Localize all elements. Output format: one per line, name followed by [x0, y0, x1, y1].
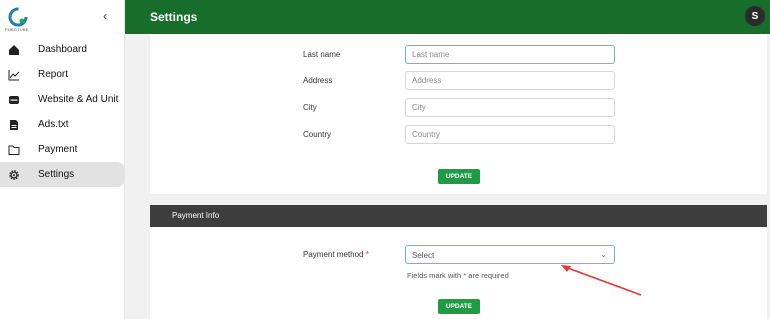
- address-input[interactable]: [405, 71, 615, 90]
- sidebar-item-settings[interactable]: Settings: [0, 162, 125, 187]
- required-fields-note: Fields mark with * are required: [407, 271, 509, 280]
- collapse-sidebar-icon[interactable]: ‹: [103, 9, 107, 23]
- payment-method-label: Payment method *: [303, 250, 369, 259]
- note-prefix: Fields mark with: [407, 271, 462, 280]
- gear-icon: [9, 170, 19, 180]
- sidebar-item-label: Settings: [38, 169, 75, 180]
- sidebar-item-website-ad-unit[interactable]: Website & Ad Unit: [0, 87, 125, 112]
- city-input[interactable]: [405, 98, 615, 117]
- sidebar-item-label: Report: [38, 69, 69, 80]
- page-title: Settings: [150, 10, 198, 24]
- profile-card: Last name Address City Country UPDATE: [150, 34, 767, 194]
- chevron-down-icon: ⌄: [600, 250, 607, 259]
- annotation-arrow-icon: [561, 265, 642, 296]
- sidebar-nav: Dashboard Report Website & Ad Unit Ads.t…: [0, 37, 125, 187]
- update-payment-button[interactable]: UPDATE: [438, 299, 480, 314]
- sidebar-item-label: Ads.txt: [38, 119, 69, 130]
- file-icon: [10, 120, 18, 130]
- country-input[interactable]: [405, 125, 615, 144]
- logo-text: PUBGTUBE: [5, 27, 29, 32]
- sidebar-item-report[interactable]: Report: [0, 62, 125, 87]
- sidebar-item-dashboard[interactable]: Dashboard: [0, 37, 125, 62]
- home-icon: [9, 45, 19, 55]
- folder-icon: [8, 145, 20, 155]
- payment-info-title: Payment Info: [172, 211, 220, 220]
- logo-icon: [8, 7, 28, 27]
- payment-method-select-value: Select: [412, 251, 435, 260]
- monitor-icon: [9, 96, 19, 104]
- avatar[interactable]: S: [745, 6, 765, 26]
- line-chart-icon: [8, 70, 20, 81]
- payment-info-card: Payment Info Payment method * Select ⌄ F…: [150, 205, 767, 319]
- address-label: Address: [303, 76, 333, 85]
- update-profile-button[interactable]: UPDATE: [438, 169, 480, 184]
- sidebar-item-ads-txt[interactable]: Ads.txt: [0, 112, 125, 137]
- payment-info-header: Payment Info: [150, 205, 767, 227]
- city-label: City: [303, 103, 317, 112]
- sidebar-item-label: Dashboard: [38, 44, 87, 55]
- last-name-label: Last name: [303, 50, 341, 59]
- note-suffix: are required: [468, 271, 509, 280]
- note-required-mark: *: [463, 271, 467, 280]
- sidebar-item-label: Payment: [38, 144, 78, 155]
- required-mark: *: [365, 250, 369, 259]
- payment-method-label-text: Payment method: [303, 250, 364, 259]
- sidebar-item-label: Website & Ad Unit: [38, 94, 119, 105]
- sidebar: PUBGTUBE ‹ Dashboard Report Website & Ad…: [0, 0, 125, 319]
- country-label: Country: [303, 130, 332, 139]
- last-name-input[interactable]: [405, 45, 615, 64]
- sidebar-item-payment[interactable]: Payment: [0, 137, 125, 162]
- top-header: Settings S: [125, 0, 770, 34]
